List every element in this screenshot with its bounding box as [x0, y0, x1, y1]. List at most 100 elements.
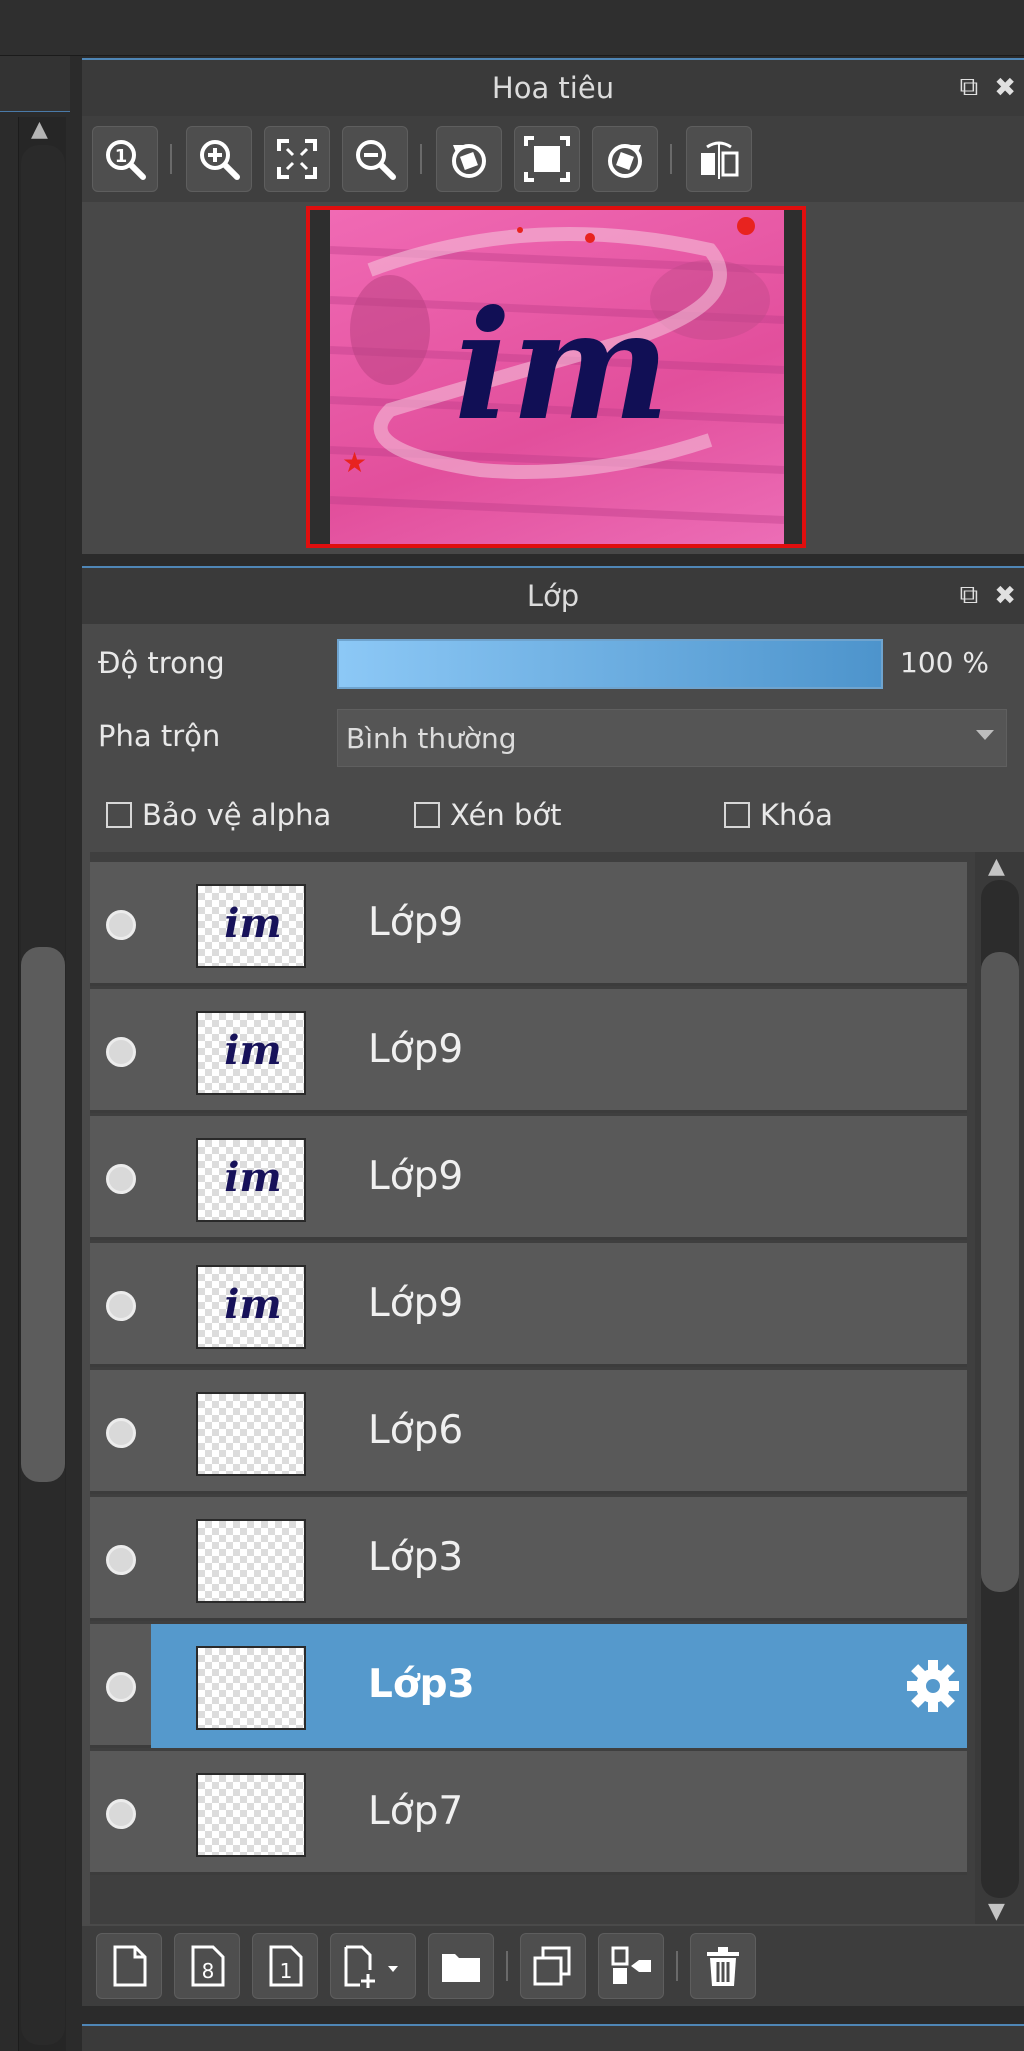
thumbnail-text: im — [224, 1281, 282, 1328]
opacity-slider[interactable] — [337, 639, 883, 689]
layer-row[interactable]: im Lớp9 — [90, 1243, 967, 1367]
zoom-in-icon — [200, 140, 240, 180]
visibility-toggle[interactable] — [106, 1037, 136, 1067]
lock-checkbox[interactable] — [724, 802, 750, 828]
layer-thumbnail: im — [196, 1265, 306, 1349]
rotate-left-button[interactable] — [436, 126, 502, 192]
navigator-toolbar: 1 — [82, 116, 1024, 202]
thumbnail-text: im — [224, 1154, 282, 1201]
thumbnail-text: im — [224, 900, 282, 947]
navigator-panel: Hoa tiêu ⧉ ✖ 1 ★ im — [82, 58, 1024, 554]
delete-layer-button[interactable] — [690, 1933, 756, 1999]
toolbar-separator — [670, 144, 674, 174]
zoom-actual-button[interactable]: 1 — [92, 126, 158, 192]
flip-horizontal-icon — [701, 141, 739, 179]
visibility-toggle[interactable] — [106, 1418, 136, 1448]
protect-alpha-label: Bảo vệ alpha — [142, 798, 332, 832]
chevron-down-icon — [976, 730, 994, 740]
fit-screen-button[interactable] — [264, 126, 330, 192]
layer-row[interactable]: im Lớp9 — [90, 862, 967, 986]
layer-row[interactable]: Lớp7 — [90, 1751, 967, 1875]
merge-down-button[interactable] — [598, 1933, 664, 1999]
svg-text:★: ★ — [342, 446, 367, 479]
lock-label: Khóa — [760, 798, 833, 832]
blend-mode-value: Bình thường — [346, 721, 517, 755]
undock-icon[interactable]: ⧉ — [960, 72, 979, 103]
layer-thumbnail: im — [196, 884, 306, 968]
layer-row[interactable]: im Lớp9 — [90, 989, 967, 1113]
layer-thumbnail — [196, 1519, 306, 1603]
layer-name: Lớp7 — [368, 1789, 464, 1834]
layer-row[interactable]: Lớp6 — [90, 1370, 967, 1494]
new-1bit-layer-button[interactable]: 1 — [252, 1933, 318, 1999]
layer-thumbnail — [196, 1773, 306, 1857]
rotate-right-icon — [608, 144, 642, 178]
svg-text:8: 8 — [202, 1959, 215, 1983]
opacity-label: Độ trong — [98, 646, 225, 680]
layer-list: im Lớp9 im Lớp9 im Lớp9 im Lớp9 Lớp6 Lớp3 Lớp3 Lớp7 — [90, 852, 975, 1924]
toolbar-separator — [676, 1951, 678, 1981]
layer-name: Lớp3 — [368, 1662, 475, 1707]
trash-icon — [707, 1947, 739, 1986]
zoom-out-button[interactable] — [342, 126, 408, 192]
scroll-up-icon[interactable]: ▲ — [988, 854, 1005, 879]
preview-text: im — [454, 278, 670, 454]
scroll-up-icon[interactable]: ▲ — [31, 117, 48, 142]
navigator-preview-area[interactable]: ★ im — [82, 202, 1024, 554]
toolbar-separator — [170, 144, 174, 174]
visibility-toggle[interactable] — [106, 910, 136, 940]
visibility-toggle[interactable] — [106, 1672, 136, 1702]
fit-frame-button[interactable] — [514, 126, 580, 192]
opacity-value: 100 % — [900, 646, 989, 679]
scroll-thumb[interactable] — [21, 947, 65, 1482]
left-scrollbar[interactable]: ▲ — [18, 117, 66, 2051]
layer-name: Lớp9 — [368, 1027, 464, 1072]
new-folder-button[interactable] — [428, 1933, 494, 1999]
gear-icon[interactable] — [905, 1658, 961, 1718]
rotate-right-button[interactable] — [592, 126, 658, 192]
protect-alpha-checkbox[interactable] — [106, 802, 132, 828]
layer-row[interactable]: im Lớp9 — [90, 1116, 967, 1240]
protect-alpha-option[interactable]: Bảo vệ alpha — [106, 798, 331, 832]
merge-down-icon — [611, 1946, 651, 1984]
new-8bit-layer-button[interactable]: 8 — [174, 1933, 240, 1999]
thumbnail-text: im — [224, 1027, 282, 1074]
layer-row[interactable]: Lớp3 — [90, 1624, 967, 1748]
visibility-toggle[interactable] — [106, 1164, 136, 1194]
fit-frame-icon — [524, 136, 570, 182]
layer-list-scrollbar[interactable]: ▲ ▼ — [975, 852, 1024, 1924]
visibility-toggle[interactable] — [106, 1545, 136, 1575]
clipping-checkbox[interactable] — [414, 802, 440, 828]
scroll-thumb[interactable] — [981, 952, 1019, 1592]
new-layer-button[interactable] — [96, 1933, 162, 1999]
clipping-option[interactable]: Xén bớt — [414, 798, 562, 832]
new-layer-icon — [113, 1945, 147, 1987]
visibility-toggle[interactable] — [106, 1291, 136, 1321]
toolbar-separator — [506, 1951, 508, 1981]
zoom-out-icon — [356, 140, 396, 180]
blend-label: Pha trộn — [98, 719, 221, 753]
blend-mode-select[interactable]: Bình thường — [337, 709, 1007, 767]
left-panel-strip: ▲ — [0, 56, 70, 2051]
zoom-in-button[interactable] — [186, 126, 252, 192]
flip-horizontal-button[interactable] — [686, 126, 752, 192]
lock-option[interactable]: Khóa — [724, 798, 833, 832]
visibility-toggle[interactable] — [106, 1799, 136, 1829]
scroll-down-icon[interactable]: ▼ — [988, 1899, 1005, 1924]
duplicate-icon — [533, 1946, 571, 1986]
layers-panel: Lớp ⧉ ✖ Độ trong 100 % Pha trộn Bình thư… — [82, 566, 1024, 2006]
undock-icon[interactable]: ⧉ — [960, 580, 979, 611]
layer-name: Lớp9 — [368, 1154, 464, 1199]
duplicate-layer-button[interactable] — [520, 1933, 586, 1999]
folder-icon — [442, 1954, 480, 1982]
left-panel-header — [0, 56, 70, 112]
close-icon[interactable]: ✖ — [994, 581, 1016, 611]
svg-text:1: 1 — [115, 146, 128, 167]
close-icon[interactable]: ✖ — [994, 73, 1016, 103]
navigator-view-frame[interactable]: ★ im — [306, 206, 806, 548]
add-layer-menu-button[interactable] — [330, 1933, 416, 1999]
layer-row[interactable]: Lớp3 — [90, 1497, 967, 1621]
layer-name: Lớp3 — [368, 1535, 464, 1580]
fit-screen-icon — [277, 139, 317, 179]
layers-title: Lớp — [526, 579, 580, 613]
